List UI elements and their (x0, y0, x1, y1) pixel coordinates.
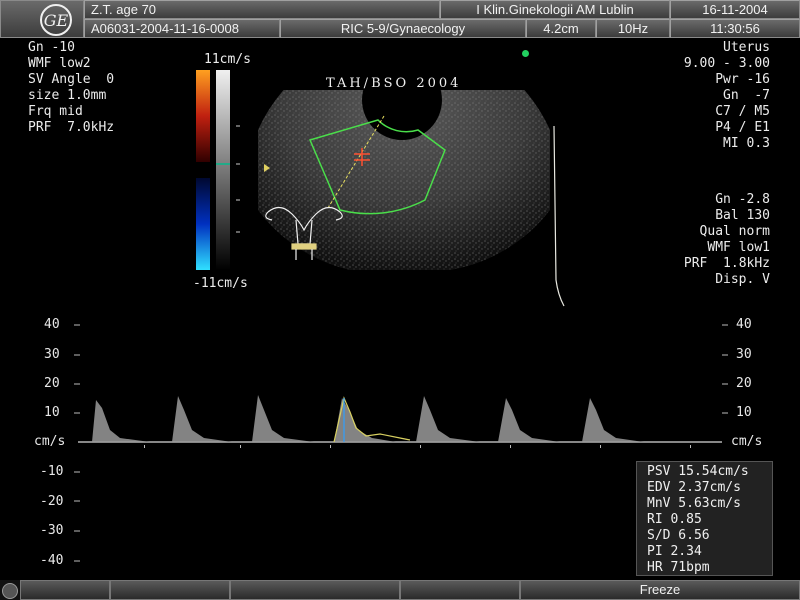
probe-application: RIC 5-9/Gynaecology (280, 19, 526, 38)
param-wmf: WMF low2 (28, 56, 91, 71)
measurement-edv: EDV 2.37cm/s (647, 480, 741, 495)
softkey-4[interactable] (400, 580, 520, 600)
depth: 4.2cm (526, 19, 596, 38)
param-p-e: P4 / E1 (715, 120, 770, 135)
measurement-mnv: MnV 5.63cm/s (647, 496, 741, 511)
softkey-2[interactable] (110, 580, 230, 600)
param-frq: Frq mid (28, 104, 83, 119)
right-params-bottom: Gn -2.8 Bal 130 Qual norm WMF low1 PRF 1… (684, 192, 770, 288)
scale-tick-20: 20 (44, 376, 60, 391)
param-cf-gain: Gn -2.8 (715, 192, 770, 207)
scale-tick-neg20: -20 (40, 494, 64, 509)
colorbar-bottom-label: -11cm/s (193, 276, 248, 291)
scale-tick-10: 10 (44, 405, 60, 420)
softkey-bar: Freeze (0, 580, 800, 600)
measurement-results: PSV 15.54cm/s EDV 2.37cm/s MnV 5.63cm/s … (636, 461, 773, 576)
scale-tick-neg10: -10 (40, 464, 64, 479)
scale-tick-neg30: -30 (40, 523, 64, 538)
param-balance: Bal 130 (715, 208, 770, 223)
scale-tick-20-right: 20 (736, 376, 752, 391)
scale-tick-30-right: 30 (736, 347, 752, 362)
param-gain-2d: Gn -7 (723, 88, 770, 103)
measurement-sd: S/D 6.56 (647, 528, 710, 543)
freeze-button[interactable]: Freeze (520, 580, 800, 600)
scale-tick-30: 30 (44, 347, 60, 362)
scale-unit-right: cm/s (731, 434, 763, 449)
param-prf-cf: PRF 1.8kHz (683, 256, 770, 271)
sweep-marker (553, 125, 565, 307)
preset-name: Uterus (723, 40, 770, 55)
patient-id: A06031-2004-11-16-0008 (84, 19, 280, 38)
param-mi: MI 0.3 (723, 136, 770, 151)
patient-name: Z.T. age 70 (84, 0, 440, 19)
param-wmf-cf: WMF low1 (707, 240, 770, 255)
softkey-1[interactable] (20, 580, 110, 600)
scale-tick-10-right: 10 (736, 405, 752, 420)
param-quality: Qual norm (699, 224, 770, 239)
frame-rate: 10Hz (596, 19, 670, 38)
exam-date: 16-11-2004 (670, 0, 800, 19)
right-params-top: Uterus 9.00 - 3.00 Pwr -16 Gn -7 C7 / M5… (684, 40, 770, 152)
scale-tick-40-right: 40 (736, 317, 752, 332)
measurement-ri: RI 0.85 (647, 512, 702, 527)
measurement-psv: PSV 15.54cm/s (647, 464, 749, 479)
institution: I Klin.Ginekologii AM Lublin (440, 0, 670, 19)
measurement-pi: PI 2.34 (647, 544, 702, 559)
scale-tick-40: 40 (44, 317, 60, 332)
left-params: Gn -10 WMF low2 SV Angle 0 size 1.0mm Fr… (28, 40, 114, 136)
scale-unit-left: cm/s (34, 434, 66, 449)
bmode-image (258, 90, 550, 270)
param-gain: Gn -10 (28, 40, 75, 55)
status-indicator-dot (522, 50, 529, 57)
param-prf: PRF 7.0kHz (28, 120, 115, 135)
softkey-3[interactable] (230, 580, 400, 600)
param-power: Pwr -16 (715, 72, 770, 87)
scale-tick-neg40: -40 (40, 553, 64, 568)
trackball-icon[interactable] (2, 583, 18, 599)
param-display: Disp. V (715, 272, 770, 287)
measurement-hr: HR 71bpm (647, 560, 710, 575)
exam-time: 11:30:56 (670, 19, 800, 38)
annotation-text: TAH/BSO 2004 (326, 76, 462, 91)
param-range: 9.00 - 3.00 (683, 56, 770, 71)
param-sv-angle: SV Angle 0 (28, 72, 115, 87)
param-size: size 1.0mm (28, 88, 107, 103)
param-c-m: C7 / M5 (715, 104, 770, 119)
